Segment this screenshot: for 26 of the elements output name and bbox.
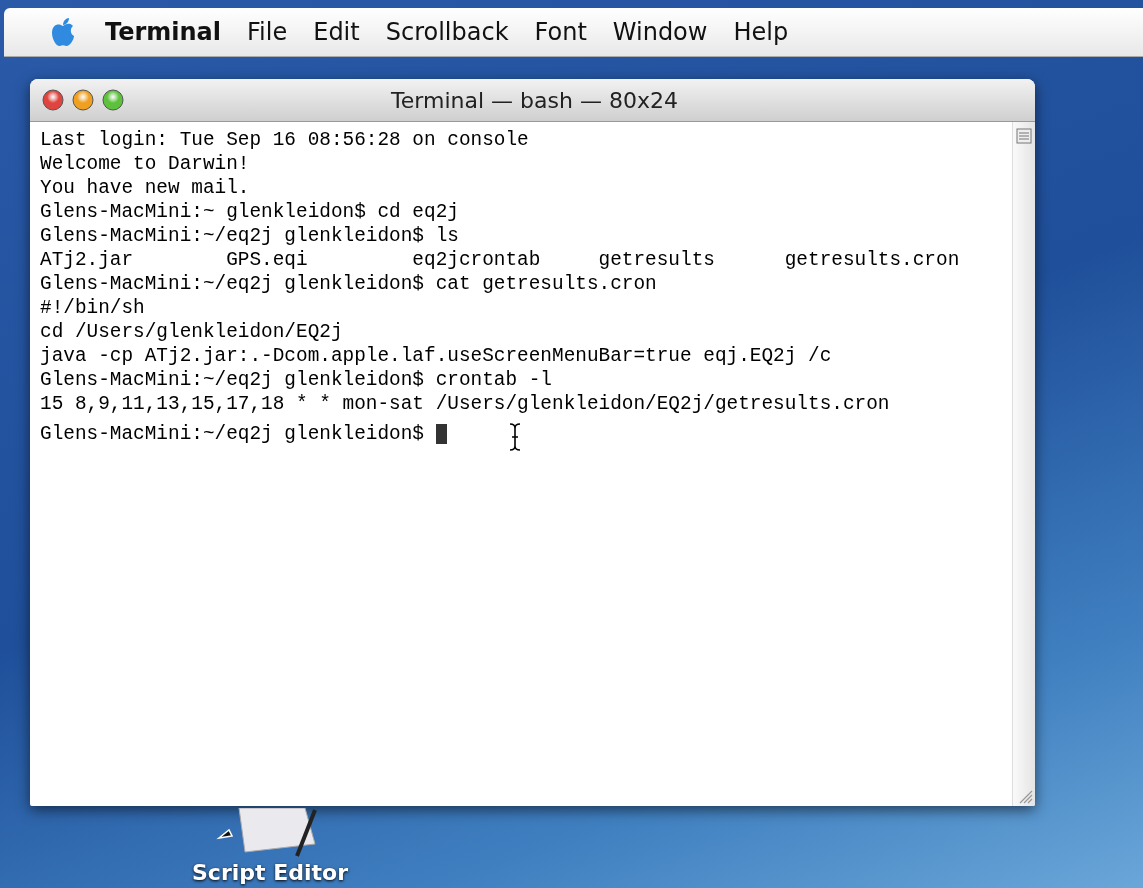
terminal-line: Glens-MacMini:~ glenkleidon$ cd eq2j — [40, 200, 459, 224]
terminal-line: Last login: Tue Sep 16 08:56:28 on console — [40, 128, 529, 152]
close-button[interactable] — [42, 89, 64, 111]
desktop-icon-label[interactable]: Script Editor — [192, 860, 348, 885]
terminal-line: 15 8,9,11,13,15,17,18 * * mon-sat /Users/glenkleidon/EQ2j/getresults.cron — [40, 392, 890, 416]
terminal-line: You have new mail. — [40, 176, 250, 200]
terminal-line: Glens-MacMini:~/eq2j glenkleidon$ crontab -l — [40, 368, 552, 392]
menu-item[interactable]: Edit — [302, 16, 371, 48]
menu-item[interactable]: File — [236, 16, 299, 48]
menu-item[interactable]: Help — [722, 16, 800, 48]
terminal-line: ATj2.jar GPS.eqi eq2jcrontab getresults getresults.cron — [40, 248, 960, 272]
terminal-line: Welcome to Darwin! — [40, 152, 250, 176]
terminal-line: Glens-MacMini:~/eq2j glenkleidon$ cat getresults.cron — [40, 272, 657, 296]
zoom-button[interactable] — [102, 89, 124, 111]
terminal-line: Glens-MacMini:~/eq2j glenkleidon$ ls — [40, 224, 459, 248]
terminal-line: java -cp ATj2.jar:.-Dcom.apple.laf.useScreenMenuBar=true eqj.EQ2j /c — [40, 344, 832, 368]
menu-item[interactable]: Scrollback — [374, 16, 520, 48]
terminal-line: #!/bin/sh — [40, 296, 145, 320]
terminal-line: cd /Users/glenkleidon/EQ2j — [40, 320, 343, 344]
menu-item[interactable]: Window — [601, 16, 719, 48]
terminal-prompt: Glens-MacMini:~/eq2j glenkleidon$ — [40, 422, 425, 446]
window-title: Terminal — bash — 80x24 — [390, 87, 679, 113]
apple-logo-icon[interactable] — [50, 17, 76, 47]
minimize-button[interactable] — [72, 89, 94, 111]
menu-item[interactable]: Terminal — [94, 16, 233, 48]
menu-item[interactable]: Font — [523, 16, 598, 48]
